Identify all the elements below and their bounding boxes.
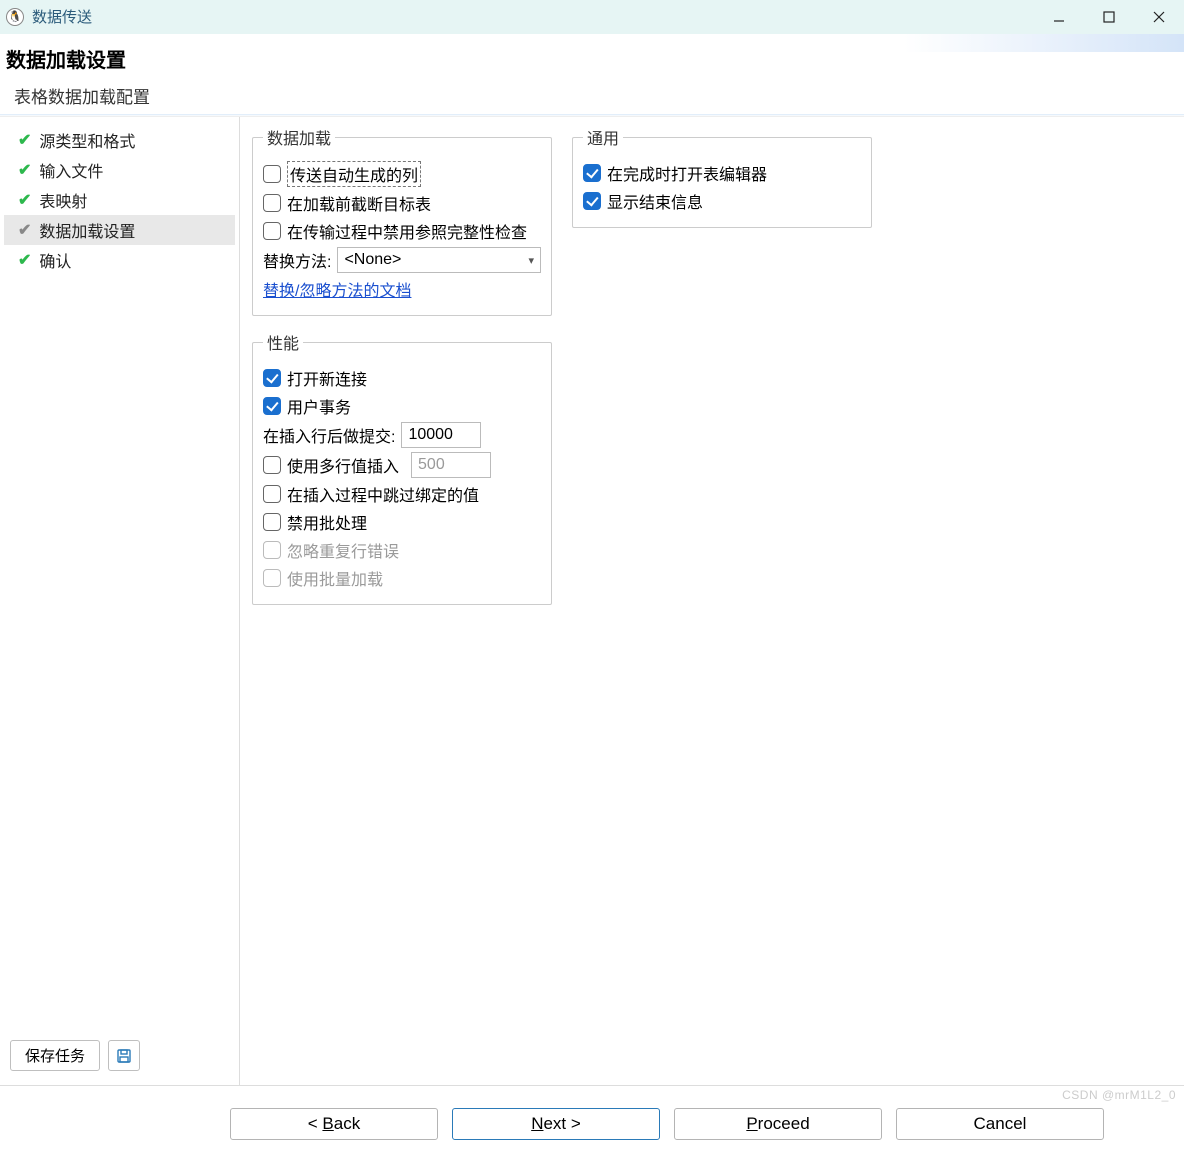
window-title: 数据传送 xyxy=(32,6,92,27)
close-button[interactable] xyxy=(1134,0,1184,34)
group-general-legend: 通用 xyxy=(583,125,623,149)
row-replace-method: 替换方法: <None> ▾ xyxy=(263,247,541,273)
label-disable-batch: 禁用批处理 xyxy=(287,510,367,534)
content-area: 数据加载 传送自动生成的列 在加载前截断目标表 在传输过程中禁用参照完整性检查 … xyxy=(240,117,1184,1085)
checkbox-disable-ref-integrity[interactable] xyxy=(263,222,281,240)
step-label: 表映射 xyxy=(39,188,87,212)
checkbox-transfer-auto-cols[interactable] xyxy=(263,165,281,183)
row-use-bulk-load: 使用批量加载 xyxy=(263,566,541,590)
row-open-editor-on-finish[interactable]: 在完成时打开表编辑器 xyxy=(583,161,861,185)
row-transfer-auto-cols[interactable]: 传送自动生成的列 xyxy=(263,161,541,187)
checkbox-truncate-before[interactable] xyxy=(263,194,281,212)
page-subtitle: 表格数据加载配置 xyxy=(6,79,1178,112)
watermark: CSDN @mrM1L2_0 xyxy=(1062,1088,1176,1102)
checkbox-ignore-dup-errors xyxy=(263,541,281,559)
wizard-footer: < Back Next > Proceed Cancel xyxy=(0,1085,1184,1162)
label-open-new-conn: 打开新连接 xyxy=(287,366,367,390)
input-commit-after[interactable] xyxy=(401,422,481,448)
save-task-icon-button[interactable] xyxy=(108,1040,140,1071)
main-area: ✔ 源类型和格式 ✔ 输入文件 ✔ 表映射 ✔ 数据加载设置 ✔ 确认 保存任务 xyxy=(0,116,1184,1085)
label-show-end-info: 显示结束信息 xyxy=(607,189,703,213)
input-multi-row-insert[interactable] xyxy=(411,452,491,478)
step-list: ✔ 源类型和格式 ✔ 输入文件 ✔ 表映射 ✔ 数据加载设置 ✔ 确认 xyxy=(4,125,235,1034)
wizard-header: 数据加载设置 表格数据加载配置 xyxy=(0,34,1184,114)
row-ignore-dup-errors: 忽略重复行错误 xyxy=(263,538,541,562)
next-button[interactable]: Next > xyxy=(452,1108,660,1140)
maximize-button[interactable] xyxy=(1084,0,1134,34)
row-skip-bound-values[interactable]: 在插入过程中跳过绑定的值 xyxy=(263,482,541,506)
sidebar-bottom: 保存任务 xyxy=(4,1034,235,1077)
label-replace-method: 替换方法: xyxy=(263,248,331,272)
checkbox-skip-bound-values[interactable] xyxy=(263,485,281,503)
checkbox-multi-row-insert[interactable] xyxy=(263,456,281,474)
row-truncate-before[interactable]: 在加载前截断目标表 xyxy=(263,191,541,215)
save-icon xyxy=(116,1048,132,1064)
check-icon: ✔ xyxy=(18,250,31,270)
step-data-load-settings[interactable]: ✔ 数据加载设置 xyxy=(4,215,235,245)
check-icon: ✔ xyxy=(18,160,31,180)
step-confirm[interactable]: ✔ 确认 xyxy=(4,245,235,275)
step-label: 源类型和格式 xyxy=(39,128,135,152)
row-disable-batch[interactable]: 禁用批处理 xyxy=(263,510,541,534)
label-multi-row-insert: 使用多行值插入 xyxy=(287,453,399,477)
checkbox-user-transaction[interactable] xyxy=(263,397,281,415)
row-commit-after: 在插入行后做提交: xyxy=(263,422,541,448)
label-transfer-auto-cols: 传送自动生成的列 xyxy=(287,161,421,187)
close-icon xyxy=(1152,10,1166,24)
label-truncate-before: 在加载前截断目标表 xyxy=(287,191,431,215)
row-user-transaction[interactable]: 用户事务 xyxy=(263,394,541,418)
label-ignore-dup-errors: 忽略重复行错误 xyxy=(287,538,399,562)
maximize-icon xyxy=(1102,10,1116,24)
step-label: 确认 xyxy=(39,248,71,272)
chevron-down-icon: ▾ xyxy=(528,254,534,267)
minimize-icon xyxy=(1052,10,1066,24)
label-user-transaction: 用户事务 xyxy=(287,394,351,418)
row-multi-row-insert[interactable]: 使用多行值插入 xyxy=(263,452,541,478)
row-replace-doc-link: 替换/忽略方法的文档 xyxy=(263,277,541,301)
select-replace-method-value: <None> xyxy=(344,251,401,269)
minimize-button[interactable] xyxy=(1034,0,1084,34)
label-open-editor-on-finish: 在完成时打开表编辑器 xyxy=(607,161,767,185)
check-icon: ✔ xyxy=(18,130,31,150)
cancel-button[interactable]: Cancel xyxy=(896,1108,1104,1140)
row-disable-ref-integrity[interactable]: 在传输过程中禁用参照完整性检查 xyxy=(263,219,541,243)
select-replace-method[interactable]: <None> ▾ xyxy=(337,247,541,273)
proceed-button[interactable]: Proceed xyxy=(674,1108,882,1140)
page-title: 数据加载设置 xyxy=(6,44,1178,73)
save-task-button[interactable]: 保存任务 xyxy=(10,1040,100,1071)
group-data-load: 数据加载 传送自动生成的列 在加载前截断目标表 在传输过程中禁用参照完整性检查 … xyxy=(252,125,552,316)
app-icon: 🐧 xyxy=(6,8,24,26)
checkbox-disable-batch[interactable] xyxy=(263,513,281,531)
check-icon: ✔ xyxy=(18,220,31,240)
checkbox-use-bulk-load xyxy=(263,569,281,587)
step-table-mapping[interactable]: ✔ 表映射 xyxy=(4,185,235,215)
step-label: 数据加载设置 xyxy=(39,218,135,242)
label-disable-ref-integrity: 在传输过程中禁用参照完整性检查 xyxy=(287,219,527,243)
link-replace-doc[interactable]: 替换/忽略方法的文档 xyxy=(263,277,411,301)
row-show-end-info[interactable]: 显示结束信息 xyxy=(583,189,861,213)
group-general: 通用 在完成时打开表编辑器 显示结束信息 xyxy=(572,125,872,228)
step-label: 输入文件 xyxy=(39,158,103,182)
step-input-file[interactable]: ✔ 输入文件 xyxy=(4,155,235,185)
wizard-sidebar: ✔ 源类型和格式 ✔ 输入文件 ✔ 表映射 ✔ 数据加载设置 ✔ 确认 保存任务 xyxy=(0,117,240,1085)
check-icon: ✔ xyxy=(18,190,31,210)
back-button[interactable]: < Back xyxy=(230,1108,438,1140)
group-performance: 性能 打开新连接 用户事务 在插入行后做提交: 使用多行值插入 xyxy=(252,330,552,605)
label-skip-bound-values: 在插入过程中跳过绑定的值 xyxy=(287,482,479,506)
group-data-load-legend: 数据加载 xyxy=(263,125,335,149)
row-open-new-conn[interactable]: 打开新连接 xyxy=(263,366,541,390)
group-performance-legend: 性能 xyxy=(263,330,303,354)
titlebar: 🐧 数据传送 xyxy=(0,0,1184,34)
checkbox-show-end-info[interactable] xyxy=(583,192,601,210)
checkbox-open-editor-on-finish[interactable] xyxy=(583,164,601,182)
checkbox-open-new-conn[interactable] xyxy=(263,369,281,387)
label-use-bulk-load: 使用批量加载 xyxy=(287,566,383,590)
step-source-type[interactable]: ✔ 源类型和格式 xyxy=(4,125,235,155)
label-commit-after: 在插入行后做提交: xyxy=(263,423,395,447)
